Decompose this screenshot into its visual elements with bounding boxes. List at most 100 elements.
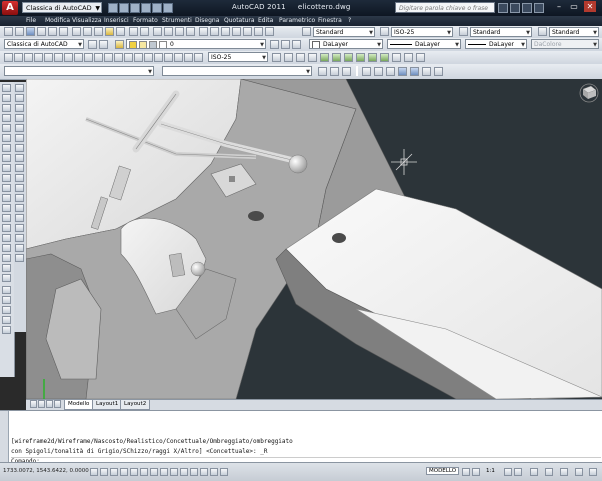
named-views-select[interactable]: ▼	[4, 66, 154, 76]
ucs-icon[interactable]	[318, 67, 327, 76]
tab-layout1[interactable]: Layout1	[92, 400, 123, 410]
realistic-icon[interactable]	[398, 67, 407, 76]
minimize-button[interactable]: –	[553, 1, 565, 12]
point-icon[interactable]	[2, 214, 11, 222]
new-file-icon[interactable]	[108, 3, 118, 13]
dim-break-icon[interactable]	[124, 53, 133, 62]
extrude-icon[interactable]	[284, 53, 293, 62]
layer-tool-icon[interactable]	[2, 286, 11, 294]
hidden-icon[interactable]	[386, 67, 395, 76]
erase-icon[interactable]	[15, 84, 24, 92]
layer-manager-icon[interactable]	[115, 40, 124, 49]
color-select[interactable]: DaLayer ▼	[309, 39, 383, 49]
continue-dim-icon[interactable]	[104, 53, 113, 62]
wedge-icon[interactable]	[368, 53, 377, 62]
polar-icon[interactable]	[130, 468, 138, 476]
rotate-icon[interactable]	[15, 144, 24, 152]
match-tool-icon[interactable]	[2, 316, 11, 324]
lineweight-select[interactable]: DaLayer ▼	[465, 39, 527, 49]
open-file-icon[interactable]	[119, 3, 129, 13]
offset-icon[interactable]	[15, 114, 24, 122]
mirror-icon[interactable]	[15, 104, 24, 112]
calculator-icon[interactable]	[254, 27, 263, 36]
cone-icon[interactable]	[356, 53, 365, 62]
revision-cloud-icon[interactable]	[2, 154, 11, 162]
explode-icon[interactable]	[15, 254, 24, 262]
ucs-previous-icon[interactable]	[342, 67, 351, 76]
planar-surface-icon[interactable]	[416, 53, 425, 62]
conceptual-icon[interactable]	[410, 67, 419, 76]
pan-icon[interactable]	[153, 27, 162, 36]
layer-state-icon[interactable]	[292, 40, 301, 49]
prev-tab-icon[interactable]	[38, 400, 45, 408]
maximize-button[interactable]: ▭	[568, 1, 580, 12]
sheet-set-icon[interactable]	[232, 27, 241, 36]
table-style-select[interactable]: Standard ▼	[470, 27, 532, 37]
move-icon[interactable]	[15, 134, 24, 142]
circle-icon[interactable]	[2, 144, 11, 152]
model-space-button[interactable]: MODELLO	[426, 467, 460, 475]
trim-icon[interactable]	[15, 174, 24, 182]
tool-palettes-icon[interactable]	[221, 27, 230, 36]
plot-style-select[interactable]: DaColore ▼	[531, 39, 599, 49]
menu-strumenti[interactable]: Strumenti	[162, 17, 192, 24]
markup-icon[interactable]	[243, 27, 252, 36]
box-icon[interactable]	[320, 53, 329, 62]
copy-icon[interactable]	[83, 27, 92, 36]
redo-icon[interactable]	[140, 27, 149, 36]
cut-icon[interactable]	[72, 27, 81, 36]
save-workspace-icon[interactable]	[99, 40, 108, 49]
menu-formato[interactable]: Formato	[133, 17, 158, 24]
region-icon[interactable]	[2, 244, 11, 252]
publish-icon[interactable]	[59, 27, 68, 36]
arc-icon[interactable]	[2, 134, 11, 142]
help-icon[interactable]	[265, 27, 274, 36]
3d-osnap-icon[interactable]	[150, 468, 158, 476]
dimension-style-icon[interactable]	[272, 53, 281, 62]
dim-edit-icon[interactable]	[174, 53, 183, 62]
next-tab-icon[interactable]	[46, 400, 53, 408]
tab-modello[interactable]: Modello	[64, 400, 94, 410]
save-icon[interactable]	[26, 27, 35, 36]
3d-wireframe-icon[interactable]	[374, 67, 383, 76]
menu-visualizza[interactable]: Visualizza	[72, 17, 102, 24]
workspace-select[interactable]: Classica di AutoCAD ▼	[4, 39, 84, 49]
zoom-realtime-icon[interactable]	[164, 27, 173, 36]
loft-icon[interactable]	[308, 53, 317, 62]
dim-style-select[interactable]: ISO-25 ▼	[391, 27, 453, 37]
block-editor-icon[interactable]	[116, 27, 125, 36]
zoom-previous-icon[interactable]	[186, 27, 195, 36]
last-tab-icon[interactable]	[54, 400, 61, 408]
menu-finestra[interactable]: Finestra	[318, 17, 342, 24]
favorites-icon[interactable]	[522, 3, 532, 13]
visual-styles-manager-icon[interactable]	[422, 67, 431, 76]
break-at-point-icon[interactable]	[15, 194, 24, 202]
cylinder-icon[interactable]	[344, 53, 353, 62]
layer-select[interactable]: 0 ▼	[126, 39, 266, 49]
zoom-window-icon[interactable]	[175, 27, 184, 36]
search-input[interactable]: Digitare parola chiave o frase	[395, 2, 495, 13]
match-properties-icon[interactable]	[105, 27, 114, 36]
auto-scale-icon[interactable]	[514, 468, 522, 476]
aligned-dim-icon[interactable]	[14, 53, 23, 62]
quick-dim-icon[interactable]	[84, 53, 93, 62]
coordinates-display[interactable]: 1733.0072, 1543.6422, 0.0000	[3, 468, 89, 474]
quick-properties-icon[interactable]	[210, 468, 218, 476]
workspace-switching-icon[interactable]	[530, 468, 538, 476]
save-icon[interactable]	[130, 3, 140, 13]
workspace-settings-icon[interactable]	[88, 40, 97, 49]
close-button[interactable]: ✕	[584, 1, 596, 12]
menu-quotatura[interactable]: Quotatura	[224, 17, 255, 24]
dim-style-select-2[interactable]: ISO-25 ▼	[208, 52, 268, 62]
ducs-icon[interactable]	[170, 468, 178, 476]
undo-icon[interactable]	[129, 27, 138, 36]
chamfer-icon[interactable]	[15, 224, 24, 232]
tolerance-icon[interactable]	[134, 53, 143, 62]
align-tool-icon[interactable]	[2, 326, 11, 334]
mleader-style-select[interactable]: Standard ▼	[549, 27, 599, 37]
redo-icon[interactable]	[152, 3, 162, 13]
ordinate-dim-icon[interactable]	[34, 53, 43, 62]
color-tool-icon[interactable]	[2, 306, 11, 314]
ellipse-arc-icon[interactable]	[2, 184, 11, 192]
menu-modifica[interactable]: Modifica	[45, 17, 70, 24]
